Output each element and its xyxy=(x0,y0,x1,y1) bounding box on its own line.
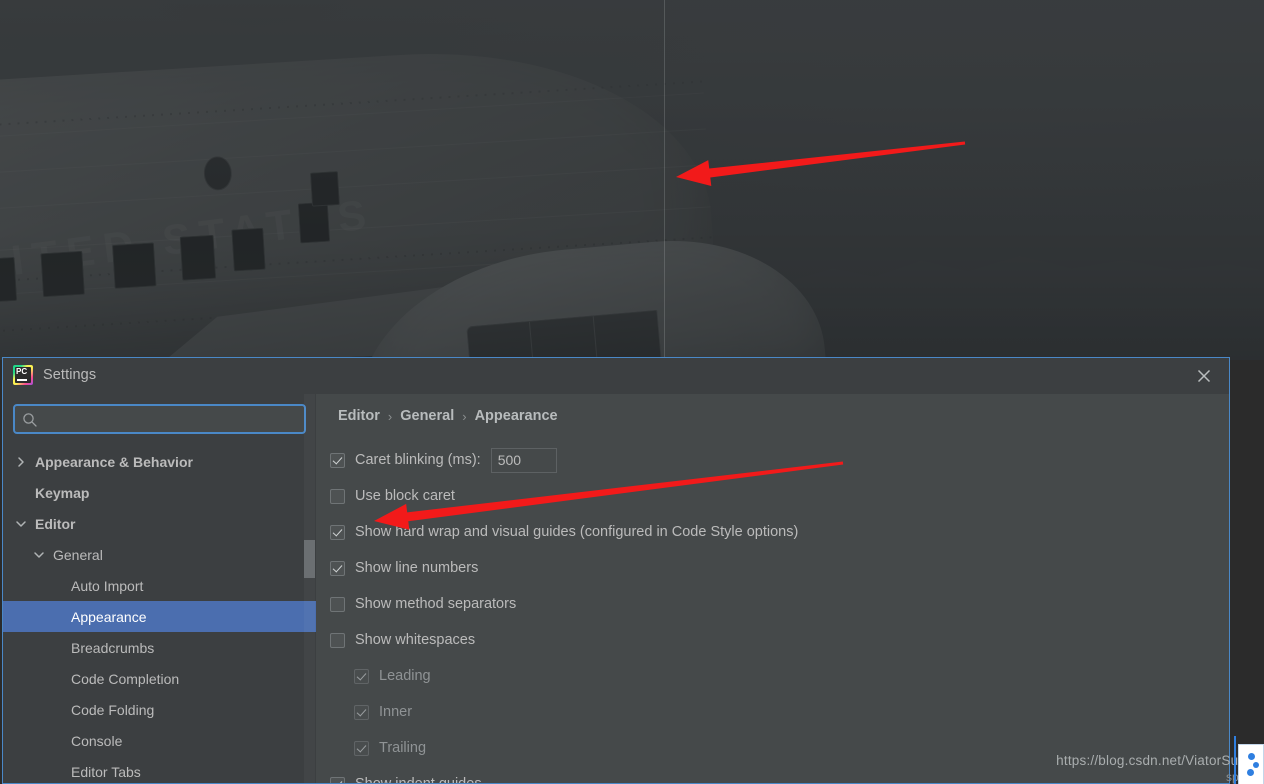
checkbox-show-hard-wrap-and-visual-guides-configured-in-code-style-options[interactable] xyxy=(330,524,345,540)
option-row[interactable]: Show method separators xyxy=(330,586,1229,622)
page-edge-line xyxy=(1234,736,1236,784)
mountain-ridge-far xyxy=(760,256,1264,298)
checkbox-show-method-separators[interactable] xyxy=(330,596,345,612)
option-row[interactable]: Use block caret xyxy=(330,478,1229,514)
option-label: Show whitespaces xyxy=(355,632,476,648)
close-icon[interactable] xyxy=(1193,365,1215,387)
editor-visual-guide-line xyxy=(664,0,665,360)
sidebar-item-code-folding[interactable]: Code Folding xyxy=(3,694,316,725)
option-label: Caret blinking (ms): xyxy=(355,452,481,468)
sidebar-item-label: Breadcrumbs xyxy=(71,639,155,656)
dialog-titlebar: PC Settings xyxy=(3,358,1229,394)
checkbox-show-line-numbers[interactable] xyxy=(330,560,345,576)
checkbox-leading[interactable] xyxy=(354,668,369,684)
sidebar-scrollbar-thumb[interactable] xyxy=(304,540,315,578)
search-input[interactable] xyxy=(43,406,300,434)
option-row[interactable]: Leading xyxy=(330,658,1229,694)
sidebar-item-label: Appearance xyxy=(71,608,147,625)
sidebar-item-label: Editor xyxy=(35,515,76,532)
breadcrumb-separator: › xyxy=(462,408,467,424)
sidebar-item-editor-tabs[interactable]: Editor Tabs xyxy=(3,756,316,783)
option-label: Trailing xyxy=(379,740,427,756)
sidebar-item-label: Code Completion xyxy=(71,670,180,687)
sidebar-item-breadcrumbs[interactable]: Breadcrumbs xyxy=(3,632,316,663)
chevron-right-icon[interactable] xyxy=(13,456,29,468)
sidebar-item-editor[interactable]: Editor xyxy=(3,508,316,539)
sidebar-item-label: Keymap xyxy=(35,484,90,501)
dialog-title: Settings xyxy=(43,367,97,383)
chevron-down-icon[interactable] xyxy=(13,518,29,530)
option-row[interactable]: Show whitespaces xyxy=(330,622,1229,658)
breadcrumb: Editor › General › Appearance xyxy=(338,408,558,424)
option-label: Show method separators xyxy=(355,596,517,612)
search-box[interactable] xyxy=(13,404,306,434)
options-list: Caret blinking (ms): Use block caret Show … xyxy=(330,442,1229,783)
breadcrumb-part[interactable]: Editor xyxy=(338,408,380,424)
option-row[interactable]: Caret blinking (ms): xyxy=(330,442,1229,478)
sidebar-item-auto-import[interactable]: Auto Import xyxy=(3,570,316,601)
settings-tree: Appearance & Behavior Keymap Editor General… xyxy=(3,446,316,783)
checkbox-show-indent-guides[interactable] xyxy=(330,776,345,783)
option-row[interactable]: Show indent guides xyxy=(330,766,1229,783)
sidebar-item-label: Console xyxy=(71,732,123,749)
csdn-badge-icon xyxy=(1238,744,1264,784)
chevron-down-icon[interactable] xyxy=(31,549,47,561)
option-label: Show line numbers xyxy=(355,560,479,576)
pycharm-icon: PC xyxy=(13,365,33,385)
checkbox-inner[interactable] xyxy=(354,704,369,720)
caret-blinking-input[interactable] xyxy=(490,447,557,473)
option-row[interactable]: Inner xyxy=(330,694,1229,730)
sidebar-item-appearance-behavior[interactable]: Appearance & Behavior xyxy=(3,446,316,477)
sidebar-item-keymap[interactable]: Keymap xyxy=(3,477,316,508)
checkbox-caret-blinking-ms[interactable] xyxy=(330,452,345,468)
sidebar-item-general[interactable]: General xyxy=(3,539,316,570)
option-label: Show indent guides xyxy=(355,776,482,783)
breadcrumb-part[interactable]: Appearance xyxy=(475,408,558,424)
option-label: Leading xyxy=(379,668,431,684)
option-label: Inner xyxy=(379,704,413,720)
screen: UNITED STATES PC Settings xyxy=(0,0,1264,784)
sidebar-item-label: General xyxy=(53,546,103,563)
search-icon xyxy=(22,412,38,433)
watermark-url: https://blog.csdn.net/ViatorSun xyxy=(1056,753,1246,768)
settings-content-panel: Editor › General › Appearance Caret blinking… xyxy=(316,394,1229,783)
breadcrumb-separator: › xyxy=(387,408,393,424)
option-row[interactable]: Show hard wrap and visual guides (config… xyxy=(330,514,1229,550)
checkbox-trailing[interactable] xyxy=(354,740,369,756)
sidebar-item-label: Editor Tabs xyxy=(71,763,141,780)
sidebar-item-code-completion[interactable]: Code Completion xyxy=(3,663,316,694)
sidebar-item-label: Code Folding xyxy=(71,701,155,718)
settings-sidebar: Appearance & Behavior Keymap Editor General… xyxy=(3,394,316,783)
sidebar-item-appearance[interactable]: Appearance xyxy=(3,601,316,632)
option-row[interactable]: Show line numbers xyxy=(330,550,1229,586)
option-label: Use block caret xyxy=(355,488,455,504)
editor-background-photo: UNITED STATES xyxy=(0,0,1264,360)
sidebar-item-label: Appearance & Behavior xyxy=(35,453,193,470)
checkbox-use-block-caret[interactable] xyxy=(330,488,345,504)
sidebar-scrollbar-track[interactable] xyxy=(304,394,315,783)
settings-dialog: PC Settings Appearance & Behavior Keymap… xyxy=(2,357,1230,784)
breadcrumb-part[interactable]: General xyxy=(400,408,454,424)
sidebar-item-console[interactable]: Console xyxy=(3,725,316,756)
checkbox-show-whitespaces[interactable] xyxy=(330,632,345,648)
sidebar-item-label: Auto Import xyxy=(71,577,144,594)
option-label: Show hard wrap and visual guides (config… xyxy=(355,524,799,540)
